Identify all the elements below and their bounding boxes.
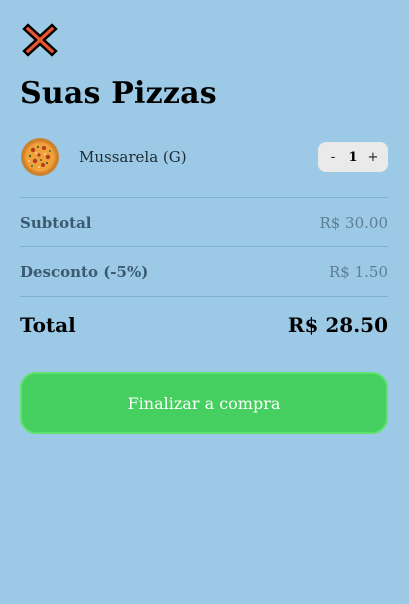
quantity-value: 1 — [348, 149, 358, 165]
discount-value: R$ 1.50 — [328, 263, 388, 281]
subtotal-value: R$ 30.00 — [319, 214, 388, 232]
pizza-icon — [21, 138, 59, 176]
checkout-button[interactable]: Finalizar a compra — [20, 372, 388, 434]
subtotal-label: Subtotal — [20, 214, 92, 232]
divider — [20, 296, 388, 297]
total-label: Total — [20, 313, 76, 337]
quantity-stepper: - 1 + — [318, 142, 388, 172]
total-row: Total R$ 28.50 — [20, 311, 388, 339]
subtotal-row: Subtotal R$ 30.00 — [20, 211, 388, 235]
page-title: Suas Pizzas — [20, 76, 217, 111]
cart-item: Mussarela (G) - 1 + — [20, 136, 388, 178]
divider — [20, 246, 388, 247]
close-button[interactable] — [22, 22, 58, 58]
close-x-icon — [22, 23, 58, 57]
divider — [20, 197, 388, 198]
decrement-button[interactable]: - — [326, 150, 340, 165]
item-name: Mussarela (G) — [79, 148, 187, 166]
increment-button[interactable]: + — [366, 150, 380, 165]
discount-row: Desconto (-5%) R$ 1.50 — [20, 260, 388, 284]
discount-label: Desconto (-5%) — [20, 263, 149, 281]
total-value: R$ 28.50 — [287, 313, 388, 337]
